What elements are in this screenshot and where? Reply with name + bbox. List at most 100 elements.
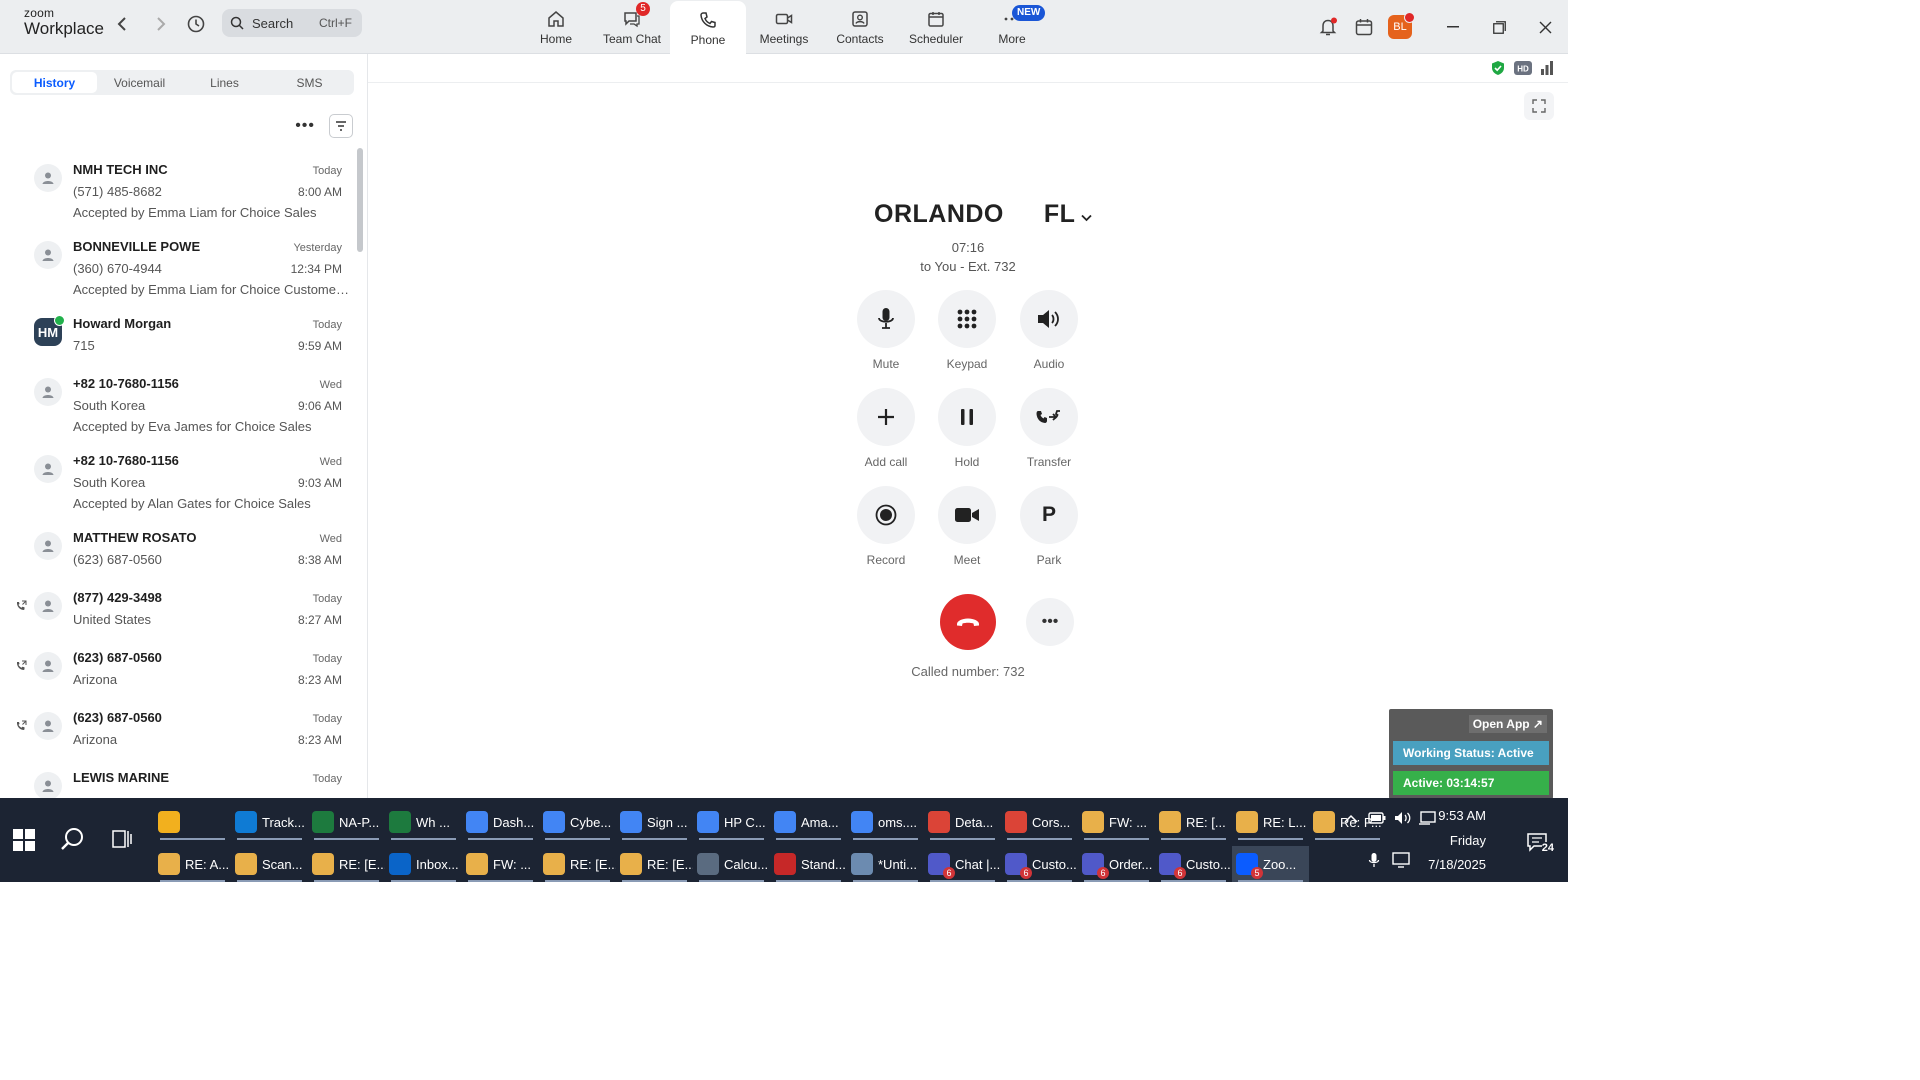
taskbar-item[interactable]: Track... xyxy=(231,804,308,840)
tab-voicemail[interactable]: Voicemail xyxy=(97,72,182,93)
taskbar-item[interactable]: Scan... xyxy=(231,846,308,882)
taskbar-item[interactable]: RE: [... xyxy=(1155,804,1232,840)
keypad-button[interactable]: Keypad xyxy=(927,290,1007,371)
taskbar-search-icon[interactable] xyxy=(60,826,86,852)
taskbar-item[interactable]: *Unti... xyxy=(847,846,924,882)
network-icon[interactable] xyxy=(1418,811,1436,825)
history-item[interactable]: (623) 687-0560 Arizona Today 8:23 AM xyxy=(0,642,356,702)
taskbar-item[interactable]: HP C... xyxy=(693,804,770,840)
more-options-icon[interactable]: ••• xyxy=(295,117,315,135)
audio-button[interactable]: Audio xyxy=(1009,290,1089,371)
windows-start-icon[interactable] xyxy=(12,828,36,852)
history-item[interactable]: BONNEVILLE POWE (360) 670-4944 Accepted … xyxy=(0,231,356,308)
taskbar-item[interactable]: oms.... xyxy=(847,804,924,840)
tab-contacts[interactable]: Contacts xyxy=(822,0,898,54)
end-call-button[interactable] xyxy=(940,594,996,650)
tab-phone[interactable]: Phone xyxy=(670,1,746,55)
taskbar-item[interactable]: NA-P... xyxy=(308,804,385,840)
more-call-options-icon[interactable]: ••• xyxy=(1026,598,1074,646)
taskbar-item[interactable]: FW: ... xyxy=(462,846,539,882)
avatar[interactable]: BL xyxy=(1382,9,1418,45)
history-item[interactable]: +82 10-7680-1156 South Korea Accepted by… xyxy=(0,368,356,445)
team-chat-badge: 5 xyxy=(636,2,650,16)
taskbar-item[interactable]: Dash... xyxy=(462,804,539,840)
notification-center-icon[interactable]: 24 xyxy=(1526,832,1554,855)
show-hidden-icons-icon[interactable] xyxy=(1344,814,1358,824)
taskbar-item[interactable]: RE: A... xyxy=(154,846,231,882)
taskbar-item[interactable]: RE: [E... xyxy=(539,846,616,882)
microphone-icon[interactable] xyxy=(1368,852,1380,868)
volume-icon[interactable] xyxy=(1394,811,1412,825)
back-icon[interactable] xyxy=(111,12,135,36)
taskbar-item[interactable]: Cors... xyxy=(1001,804,1078,840)
record-button[interactable]: Record xyxy=(846,486,926,567)
tab-home[interactable]: Home xyxy=(518,0,594,54)
tab-team-chat[interactable]: 5 Team Chat xyxy=(594,0,670,54)
taskbar-item[interactable]: Stand... xyxy=(770,846,847,882)
taskbar-item[interactable]: RE: [E... xyxy=(308,846,385,882)
search-input[interactable]: Search Ctrl+F xyxy=(222,9,362,37)
history-item[interactable]: MATTHEW ROSATO (623) 687-0560 Wed 8:38 A… xyxy=(0,522,356,582)
task-view-icon[interactable] xyxy=(112,830,132,848)
badge-count: 5 xyxy=(1251,867,1263,879)
battery-icon[interactable] xyxy=(1368,812,1386,824)
expand-icon[interactable] xyxy=(1524,92,1554,120)
minimize-icon[interactable] xyxy=(1430,4,1476,50)
restore-icon[interactable] xyxy=(1476,4,1522,50)
taskbar-item-label: Dash... xyxy=(493,814,535,830)
history-item[interactable]: NMH TECH INC (571) 485-8682 Accepted by … xyxy=(0,154,356,231)
taskbar-item[interactable]: RE: L... xyxy=(1232,804,1309,840)
history-item[interactable]: HM Howard Morgan 715 Today 9:59 AM xyxy=(0,308,356,368)
tab-meetings[interactable]: Meetings xyxy=(746,0,822,54)
taskbar-item[interactable]: Wh ... xyxy=(385,804,462,840)
taskbar-item[interactable]: Sign ... xyxy=(616,804,693,840)
mute-button[interactable]: Mute xyxy=(846,290,926,371)
tab-lines[interactable]: Lines xyxy=(182,72,267,93)
encryption-shield-icon[interactable] xyxy=(1490,60,1506,76)
transfer-button[interactable]: Transfer xyxy=(1009,388,1089,469)
taskbar-item[interactable]: 6 Custo... xyxy=(1001,846,1078,882)
history-item[interactable]: LEWIS MARINE Today xyxy=(0,762,356,798)
taskbar-item[interactable]: FW: ... xyxy=(1078,804,1155,840)
close-icon[interactable] xyxy=(1522,4,1568,50)
caller-title[interactable]: ORLANDO FL xyxy=(874,200,1093,229)
history-icon[interactable] xyxy=(184,12,208,36)
tab-sms[interactable]: SMS xyxy=(267,72,352,93)
bell-icon[interactable] xyxy=(1310,9,1346,45)
taskbar-item[interactable]: 6 Order... xyxy=(1078,846,1155,882)
clock-date: 7/18/2025 xyxy=(1428,857,1486,872)
hold-button[interactable]: Hold xyxy=(927,388,1007,469)
open-app-button[interactable]: Open App ↗ xyxy=(1468,715,1547,733)
taskbar-item[interactable]: Calcu... xyxy=(693,846,770,882)
tab-scheduler[interactable]: Scheduler xyxy=(898,0,974,54)
taskbar-item[interactable]: 5 Zoo... xyxy=(1232,846,1309,882)
taskbar-item-label: NA-P... xyxy=(339,814,380,830)
calendar-status-icon[interactable] xyxy=(1346,9,1382,45)
display-icon[interactable] xyxy=(1392,852,1410,868)
add-call-button[interactable]: Add call xyxy=(846,388,926,469)
tab-history[interactable]: History xyxy=(12,72,97,93)
app-icon xyxy=(158,811,180,833)
filter-icon[interactable] xyxy=(329,114,353,138)
taskbar-item[interactable] xyxy=(154,804,231,840)
meet-button[interactable]: Meet xyxy=(927,486,1007,567)
history-scrollbar[interactable] xyxy=(357,148,363,252)
taskbar-item[interactable]: Deta... xyxy=(924,804,1001,840)
taskbar-item[interactable]: 6 Custo... xyxy=(1155,846,1232,882)
park-button[interactable]: P Park xyxy=(1009,486,1089,567)
history-item[interactable]: (623) 687-0560 Arizona Today 8:23 AM xyxy=(0,702,356,762)
taskbar-item[interactable]: 6 Chat |... xyxy=(924,846,1001,882)
taskbar-item[interactable]: Ama... xyxy=(770,804,847,840)
taskbar-item[interactable]: Inbox... xyxy=(385,846,462,882)
call-note: Accepted by Emma Liam for Choice Custome… xyxy=(73,282,353,297)
taskbar-item[interactable]: Cybe... xyxy=(539,804,616,840)
clock-time[interactable]: 9:53 AM xyxy=(1438,808,1486,823)
history-item[interactable]: +82 10-7680-1156 South Korea Accepted by… xyxy=(0,445,356,522)
forward-icon[interactable] xyxy=(148,12,172,36)
park-label: Park xyxy=(1036,553,1062,567)
working-status[interactable]: Working Status: Active xyxy=(1393,741,1549,765)
taskbar-item[interactable]: RE: [E... xyxy=(616,846,693,882)
signal-strength-icon[interactable] xyxy=(1540,61,1554,75)
tab-more[interactable]: NEW More xyxy=(974,0,1050,54)
history-item[interactable]: (877) 429-3498 United States Today 8:27 … xyxy=(0,582,356,642)
